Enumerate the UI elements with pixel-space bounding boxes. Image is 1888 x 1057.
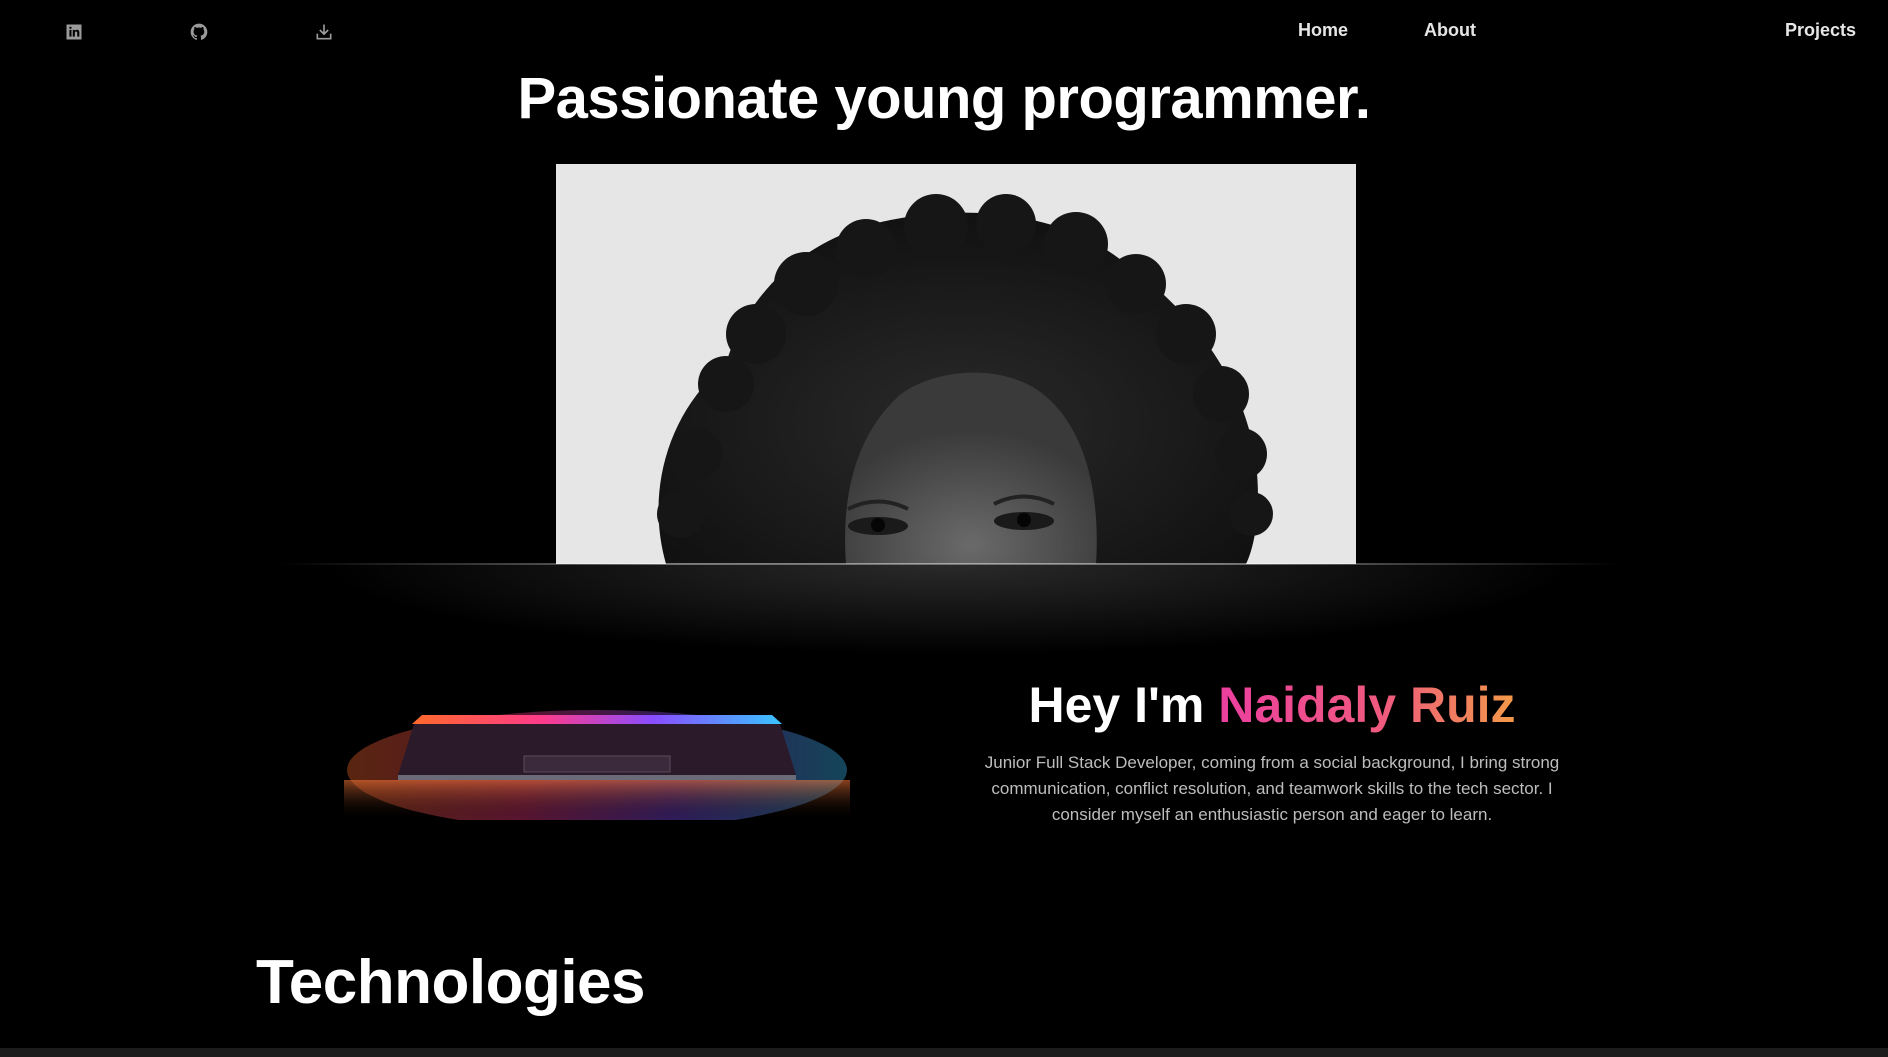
nav-about-link[interactable]: About <box>1424 20 1476 41</box>
technologies-title: Technologies <box>256 948 646 1017</box>
intro-greeting: Hey I'm <box>1028 677 1205 733</box>
nav-home-link[interactable]: Home <box>1298 20 1348 41</box>
download-icon[interactable] <box>312 20 336 44</box>
portrait-image <box>556 164 1356 564</box>
github-icon[interactable] <box>187 20 211 44</box>
horizontal-scrollbar[interactable] <box>0 1048 1888 1057</box>
section-divider <box>280 563 1620 565</box>
nav-projects-link[interactable]: Projects <box>1785 20 1856 41</box>
intro-description: Junior Full Stack Developer, coming from… <box>984 753 1560 824</box>
page: Home About Projects Passionate young pro… <box>0 0 1888 1057</box>
linkedin-icon[interactable] <box>62 20 86 44</box>
laptop-image <box>344 690 850 820</box>
intro-name: Naidaly Ruiz <box>1218 677 1516 733</box>
hero-title: Passionate young programmer. <box>517 66 1371 131</box>
section-divider-glow <box>320 565 1580 655</box>
intro-heading: Hey I'm Naidaly Ruiz <box>960 670 1584 740</box>
